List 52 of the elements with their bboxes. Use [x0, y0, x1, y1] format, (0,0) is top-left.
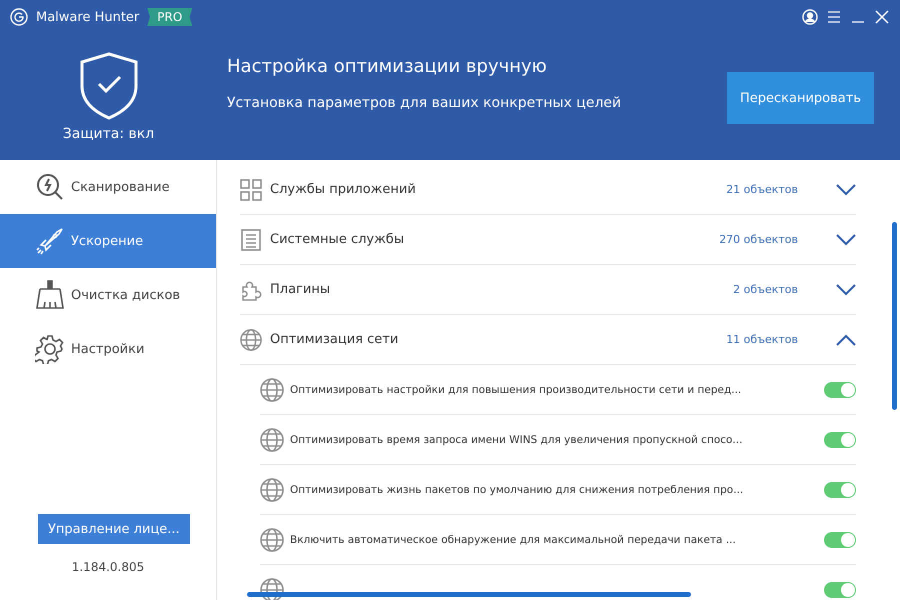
page-title: Настройка оптимизации вручную: [227, 56, 548, 77]
chevron-down-icon[interactable]: [836, 234, 856, 246]
globe-icon: [260, 528, 284, 552]
menu-icon[interactable]: [826, 9, 842, 25]
logo-icon: [10, 8, 28, 26]
item-count: 21 объектов: [726, 183, 798, 196]
toggle-switch[interactable]: [824, 432, 856, 448]
sidebar-item[interactable]: Настройки: [0, 322, 216, 376]
item-count: 11 объектов: [726, 333, 798, 346]
gear-icon: [35, 334, 65, 364]
broom-icon: [35, 280, 65, 310]
sidebar-item[interactable]: Сканирование: [0, 160, 216, 214]
toggle-switch[interactable]: [824, 532, 856, 548]
sidebar-item[interactable]: Ускорение: [0, 214, 216, 268]
chevron-down-icon[interactable]: [836, 184, 856, 196]
protection-status: Защита: вкл: [62, 126, 154, 142]
globe-icon: [260, 478, 284, 502]
chevron-down-icon[interactable]: [836, 284, 856, 296]
option-label: Оптимизировать время запроса имени WINS для увеличения пропускной спосо...: [290, 434, 744, 446]
horizontal-scrollbar[interactable]: [247, 592, 691, 597]
option-label: Включить автоматическое обнаружение для максимальной передачи пакета ...: [290, 534, 737, 546]
grid-icon: [240, 178, 262, 200]
page-subtitle: Установка параметров для ваших конкретных целей: [227, 95, 622, 111]
rocket-icon: [35, 226, 65, 256]
section-title: Службы приложений: [270, 182, 417, 197]
sidebar-item[interactable]: Очистка дисков: [0, 268, 216, 322]
close-icon[interactable]: [874, 9, 890, 25]
item-count: 2 объектов: [733, 283, 798, 296]
search-icon: [35, 172, 65, 202]
vertical-scrollbar[interactable]: [892, 222, 897, 410]
globe-icon: [240, 328, 262, 350]
chevron-up-icon[interactable]: [836, 334, 856, 346]
globe-icon: [260, 578, 284, 600]
option-label: Оптимизировать жизнь пакетов по умолчанию для снижения потребления про...: [290, 484, 744, 496]
toggle-switch[interactable]: [824, 482, 856, 498]
section-title: Плагины: [270, 282, 332, 297]
option-label: Оптимизировать настройки для повышения производительности сети и перед...: [290, 384, 742, 396]
app-name: Malware Hunter: [36, 10, 140, 24]
version-label: 1.184.0.805: [72, 559, 144, 576]
license-button[interactable]: Управление лице...: [38, 514, 190, 544]
pro-badge: PRO: [147, 8, 192, 26]
shield-check-icon: [78, 52, 138, 120]
puzzle-icon: [240, 278, 262, 300]
globe-icon: [260, 378, 284, 402]
item-count: 270 объектов: [719, 233, 798, 246]
document-icon: [240, 228, 262, 250]
globe-icon: [260, 428, 284, 452]
section-title: Системные службы: [270, 232, 406, 247]
account-icon[interactable]: [802, 9, 818, 25]
toggle-switch[interactable]: [824, 382, 856, 398]
section-title: Оптимизация сети: [270, 332, 400, 347]
toggle-switch[interactable]: [824, 582, 856, 598]
